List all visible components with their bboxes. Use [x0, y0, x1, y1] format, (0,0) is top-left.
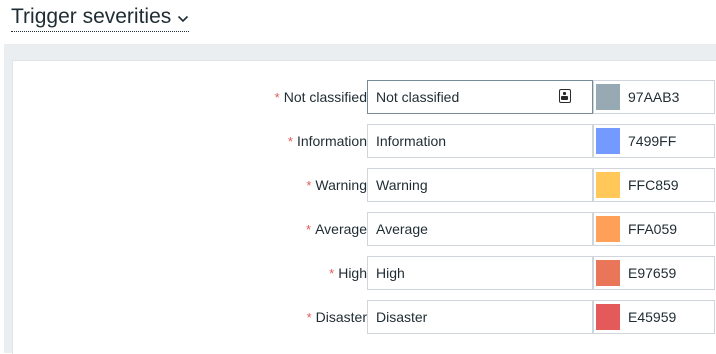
severity-color-picker[interactable]: FFC859	[593, 168, 715, 202]
color-code: FFC859	[628, 177, 679, 193]
severity-color-picker[interactable]: 97AAB3	[593, 80, 715, 114]
color-code: E97659	[628, 265, 677, 281]
severity-name-input[interactable]	[367, 256, 593, 290]
severity-color-picker[interactable]: E97659	[593, 256, 715, 290]
severity-label: * Average	[306, 221, 367, 237]
severity-row-average: * Average FFA059	[13, 212, 716, 246]
color-swatch[interactable]	[596, 216, 620, 242]
severity-name-input[interactable]	[367, 212, 593, 246]
chevron-down-icon	[178, 15, 189, 23]
severity-label: * Disaster	[306, 309, 367, 325]
required-marker: *	[329, 265, 335, 281]
severity-name-input[interactable]	[367, 168, 593, 202]
color-code: E45959	[628, 309, 677, 325]
color-code: FFA059	[628, 221, 678, 237]
severity-row-high: * High E97659	[13, 256, 716, 290]
color-swatch[interactable]	[596, 260, 620, 286]
required-marker: *	[287, 133, 293, 149]
required-marker: *	[306, 309, 312, 325]
severity-row-disaster: * Disaster E45959	[13, 300, 716, 334]
severity-label: * Warning	[306, 177, 367, 193]
severity-label: * Information	[287, 133, 367, 149]
color-swatch[interactable]	[596, 128, 620, 154]
required-marker: *	[306, 177, 312, 193]
required-marker: *	[274, 89, 280, 105]
severity-label: * High	[329, 265, 367, 281]
severity-name-input[interactable]	[367, 300, 593, 334]
severity-row-warning: * Warning FFC859	[13, 168, 716, 202]
color-swatch[interactable]	[596, 172, 620, 198]
color-swatch[interactable]	[596, 304, 620, 330]
color-code: 7499FF	[628, 133, 677, 149]
required-marker: *	[306, 221, 312, 237]
severity-row-not-classified: * Not classified 97AAB3	[13, 80, 716, 114]
color-code: 97AAB3	[628, 89, 680, 105]
color-swatch[interactable]	[596, 84, 620, 110]
severity-color-picker[interactable]: FFA059	[593, 212, 715, 246]
page-title-dropdown[interactable]: Trigger severities	[11, 4, 190, 32]
page-title: Trigger severities	[11, 5, 172, 28]
severity-name-input[interactable]	[367, 124, 593, 158]
severity-color-picker[interactable]: E45959	[593, 300, 715, 334]
content-area: * Not classified 97AAB3 * Information 74…	[4, 44, 716, 354]
severity-color-picker[interactable]: 7499FF	[593, 124, 715, 158]
severity-form: * Not classified 97AAB3 * Information 74…	[12, 60, 716, 354]
severity-row-information: * Information 7499FF	[13, 124, 716, 158]
page-header: Trigger severities	[11, 4, 190, 32]
severity-label: * Not classified	[274, 89, 367, 105]
keyboard-icon	[559, 89, 571, 103]
